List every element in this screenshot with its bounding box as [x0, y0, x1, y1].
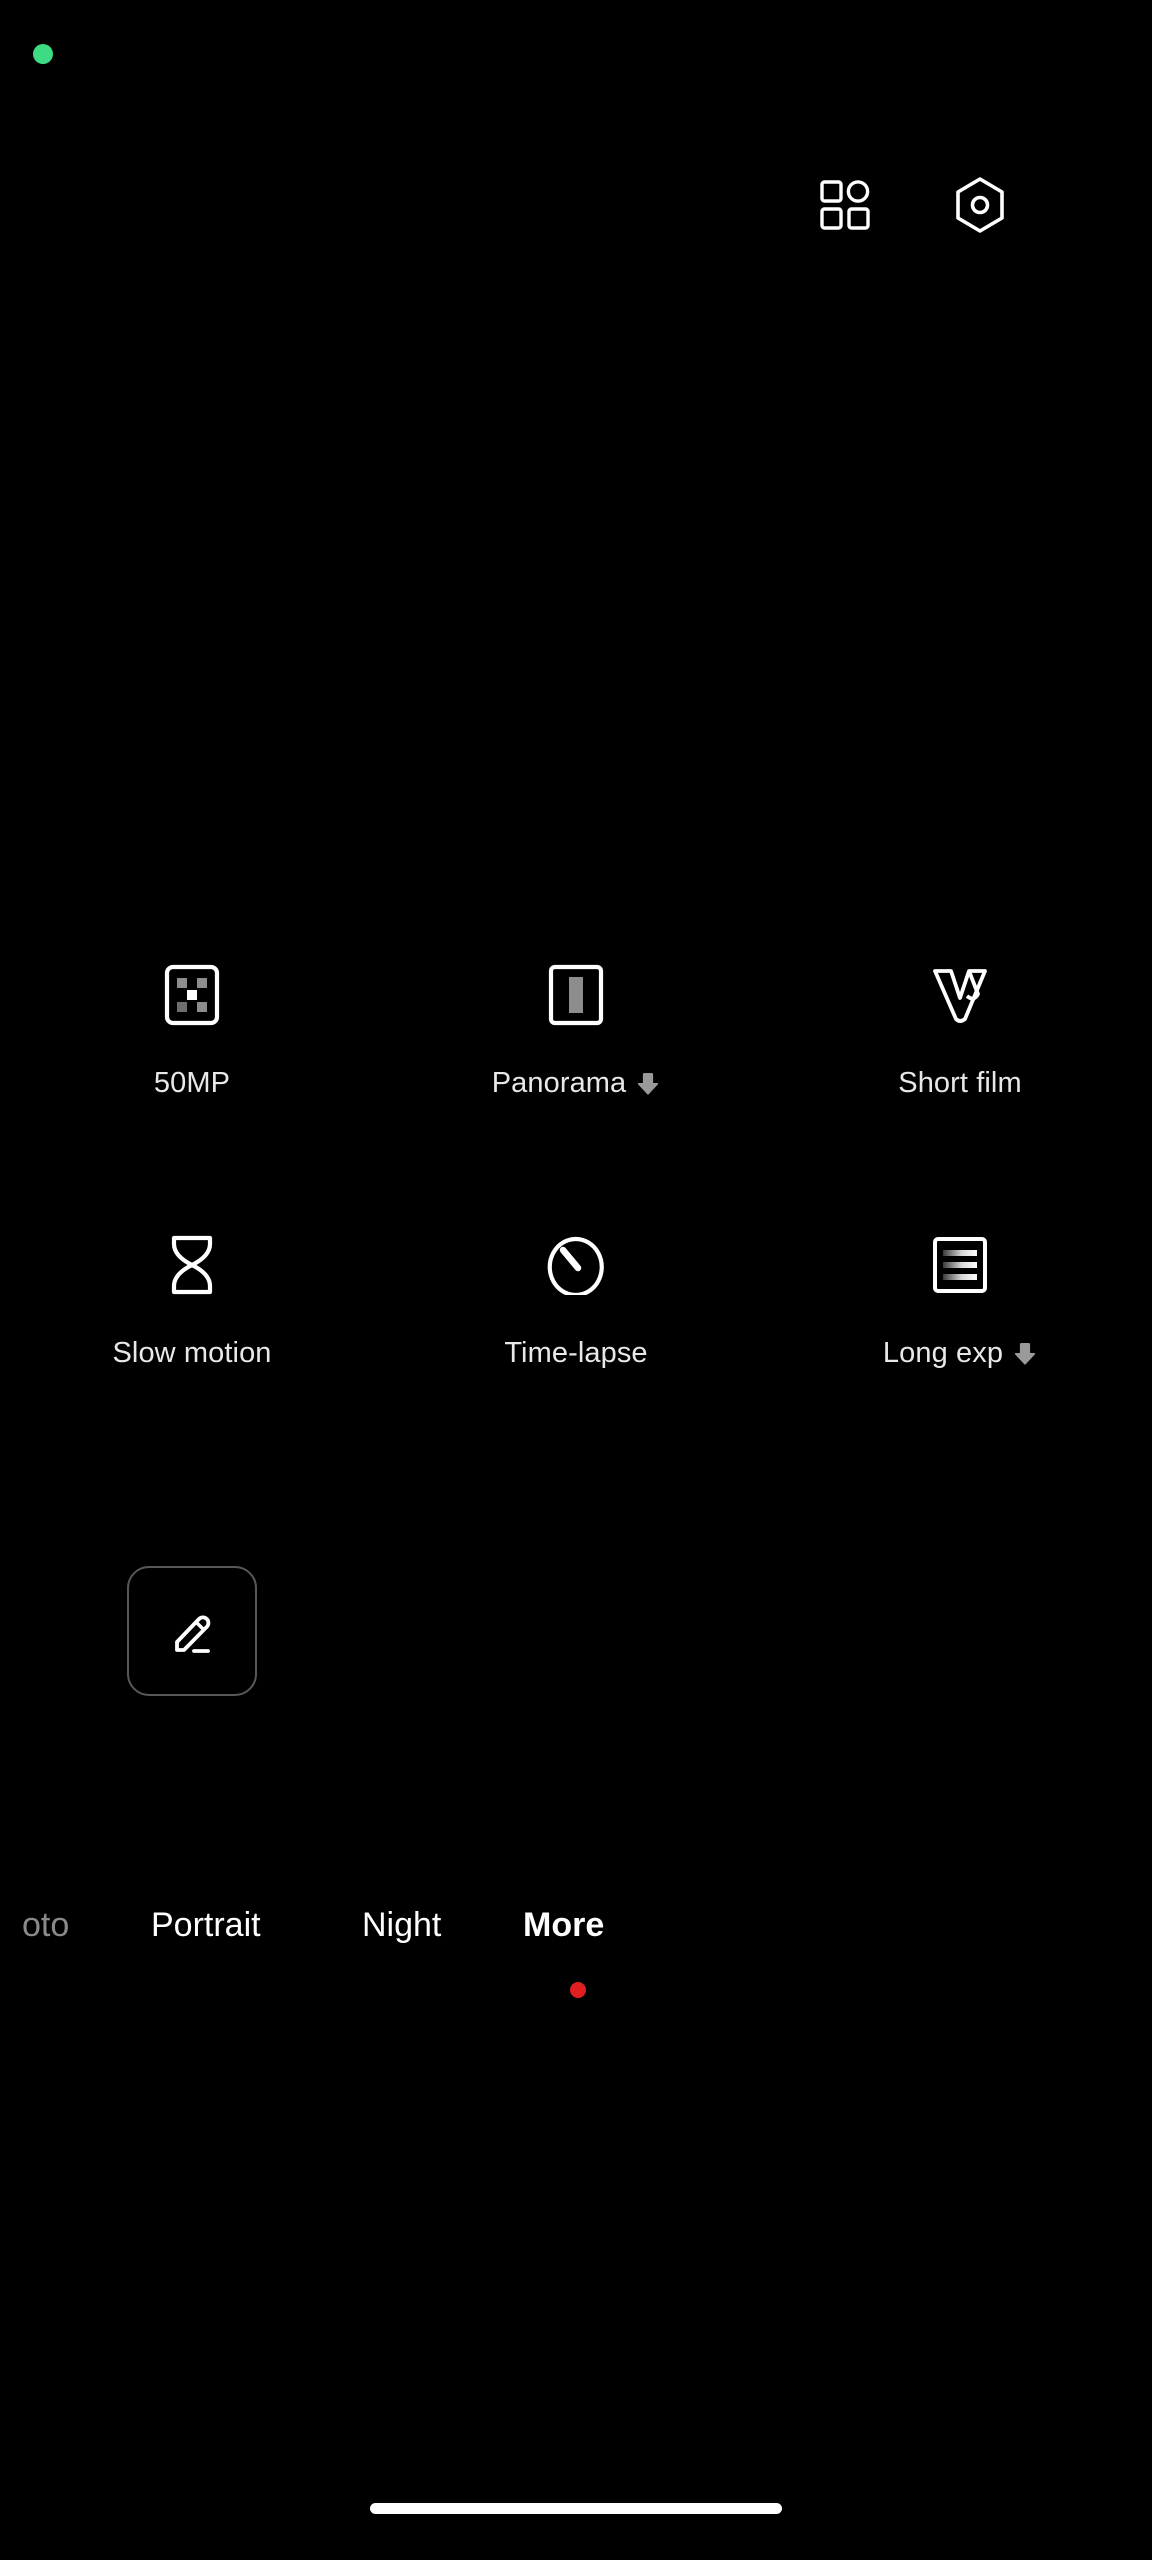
mode-label-row: Panorama — [492, 1069, 661, 1098]
mode-selector: oto Portrait Night More — [0, 1890, 1152, 2010]
mode-tab-label: Night — [362, 1906, 442, 1944]
grid-modes-icon[interactable] — [790, 150, 900, 260]
long-exposure-glyph — [933, 1237, 987, 1293]
mode-label-row: Slow motion — [112, 1339, 271, 1368]
short-film-v-glyph — [933, 969, 987, 1023]
edit-modes-cell — [0, 1566, 384, 1696]
mode-item-panorama[interactable]: Panorama — [384, 955, 768, 1098]
download-arrow-glyph — [1014, 1342, 1036, 1365]
mode-label-row: 50MP — [154, 1069, 230, 1098]
edit-modes-button[interactable] — [127, 1566, 257, 1696]
grid-modes-glyph — [820, 180, 870, 230]
mode-tab-label: Portrait — [151, 1906, 261, 1944]
mode-tab-night[interactable]: Night — [362, 1890, 441, 1960]
mode-label-row: Long exp — [883, 1339, 1037, 1368]
mode-label: Panorama — [491, 1067, 627, 1099]
mode-tab-portrait[interactable]: Portrait — [151, 1890, 261, 1960]
mode-label-row: Time-lapse — [504, 1339, 647, 1368]
mode-label: Time-lapse — [504, 1337, 648, 1369]
active-tab-indicator — [570, 1982, 586, 1998]
mode-item-time-lapse[interactable]: Time-lapse — [384, 1225, 768, 1368]
mode-item-short-film[interactable]: Short film — [768, 955, 1152, 1098]
timer-dial-glyph — [547, 1236, 604, 1295]
edit-modes-row — [0, 1566, 1152, 1696]
home-indicator[interactable] — [370, 2503, 782, 2514]
modes-grid: 50MP Panorama Short film Slow motion Tim… — [0, 955, 1152, 1495]
timer-dial-icon — [536, 1225, 616, 1305]
mode-item-slow-motion[interactable]: Slow motion — [0, 1225, 384, 1368]
quad-pixel-icon — [152, 955, 232, 1035]
panorama-icon — [536, 955, 616, 1035]
mode-label: Slow motion — [112, 1337, 272, 1369]
download-arrow-icon — [1013, 1341, 1037, 1367]
modes-row: 50MP Panorama Short film — [0, 955, 1152, 1098]
hourglass-icon — [152, 1225, 232, 1305]
mode-label-row: Short film — [898, 1069, 1021, 1098]
top-bar — [0, 150, 1152, 260]
short-film-v-icon — [920, 955, 1000, 1035]
mode-tab-label: More — [523, 1906, 605, 1944]
mode-label: 50MP — [153, 1067, 231, 1099]
mode-tab-label: oto — [22, 1906, 70, 1944]
download-arrow-icon — [636, 1071, 660, 1097]
pencil-edit-icon — [175, 1615, 211, 1653]
mode-label: Long exp — [882, 1337, 1004, 1369]
download-arrow-glyph — [638, 1072, 659, 1095]
mode-tab-photo[interactable]: oto — [22, 1890, 69, 1960]
lens-hexagon-glyph — [956, 177, 1004, 233]
hourglass-glyph — [171, 1235, 213, 1295]
mode-item-long-exposure[interactable]: Long exp — [768, 1225, 1152, 1368]
long-exposure-icon — [920, 1225, 1000, 1305]
panorama-glyph — [548, 964, 604, 1026]
green-dot-icon — [33, 44, 53, 64]
camera-more-modes-screen: 50MP Panorama Short film Slow motion Tim… — [0, 0, 1152, 2560]
mode-item-50mp[interactable]: 50MP — [0, 955, 384, 1098]
quad-pixel-glyph — [164, 964, 220, 1026]
modes-row: Slow motion Time-lapse Long exp — [0, 1225, 1152, 1368]
lens-hexagon-icon[interactable] — [925, 150, 1035, 260]
mode-tab-more[interactable]: More — [523, 1890, 604, 1960]
mode-label: Short film — [898, 1067, 1022, 1099]
